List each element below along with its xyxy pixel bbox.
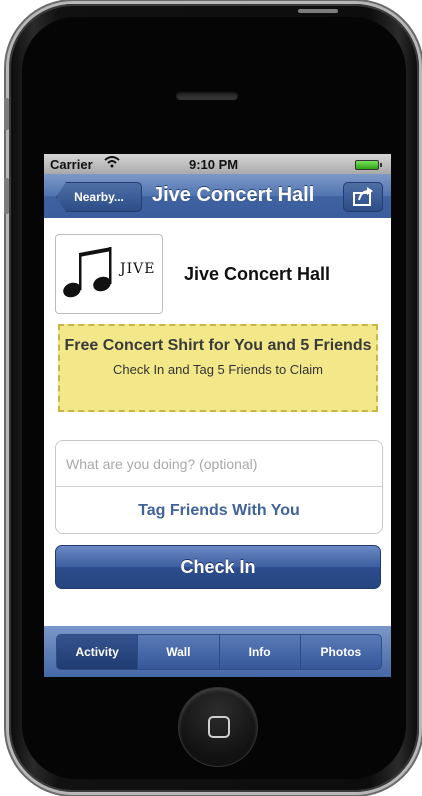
battery-icon bbox=[355, 160, 382, 170]
checkin-form-card: Tag Friends With You bbox=[55, 440, 383, 534]
tab-wall[interactable]: Wall bbox=[137, 635, 218, 669]
segmented-tabs: Activity Wall Info Photos bbox=[56, 634, 382, 670]
wifi-icon bbox=[104, 156, 120, 171]
promo-subtitle: Check In and Tag 5 Friends to Claim bbox=[112, 362, 324, 377]
speaker-grille bbox=[176, 91, 238, 99]
volume-button bbox=[4, 98, 9, 130]
venue-logo-text: JIVE bbox=[120, 261, 156, 277]
venue-logo: JIVE bbox=[55, 234, 163, 314]
promo-title: Free Concert Shirt for You and 5 Friends bbox=[64, 337, 372, 354]
tab-bar: Activity Wall Info Photos bbox=[44, 626, 391, 677]
back-button[interactable]: Nearby... bbox=[56, 182, 142, 212]
check-in-button[interactable]: Check In bbox=[55, 545, 381, 589]
home-square-icon bbox=[208, 716, 230, 738]
home-button[interactable] bbox=[179, 688, 257, 766]
tag-friends-button[interactable]: Tag Friends With You bbox=[56, 488, 382, 533]
checkin-content: JIVE Jive Concert Hall Free Concert Shir… bbox=[44, 218, 391, 626]
share-button[interactable] bbox=[343, 182, 383, 212]
music-note-icon bbox=[63, 247, 112, 298]
status-time: 9:10 PM bbox=[189, 157, 239, 172]
share-icon bbox=[353, 187, 373, 206]
navigation-bar: Nearby... Jive Concert Hall bbox=[44, 174, 391, 219]
tab-info[interactable]: Info bbox=[218, 635, 300, 669]
tab-activity[interactable]: Activity bbox=[57, 635, 138, 669]
carrier-label: Carrier bbox=[50, 157, 93, 172]
volume-button-2 bbox=[4, 178, 9, 214]
venue-name: Jive Concert Hall bbox=[184, 264, 331, 284]
phone-screen: Carrier 9:10 PM Nearby... Jive Concert H… bbox=[44, 154, 391, 677]
power-button bbox=[298, 9, 338, 13]
promo-banner[interactable]: Free Concert Shirt for You and 5 Friends… bbox=[58, 324, 378, 412]
status-bar: Carrier 9:10 PM bbox=[44, 154, 391, 174]
page-title: Jive Concert Hall bbox=[152, 184, 315, 206]
status-input[interactable] bbox=[56, 441, 382, 487]
tab-photos[interactable]: Photos bbox=[299, 635, 381, 669]
